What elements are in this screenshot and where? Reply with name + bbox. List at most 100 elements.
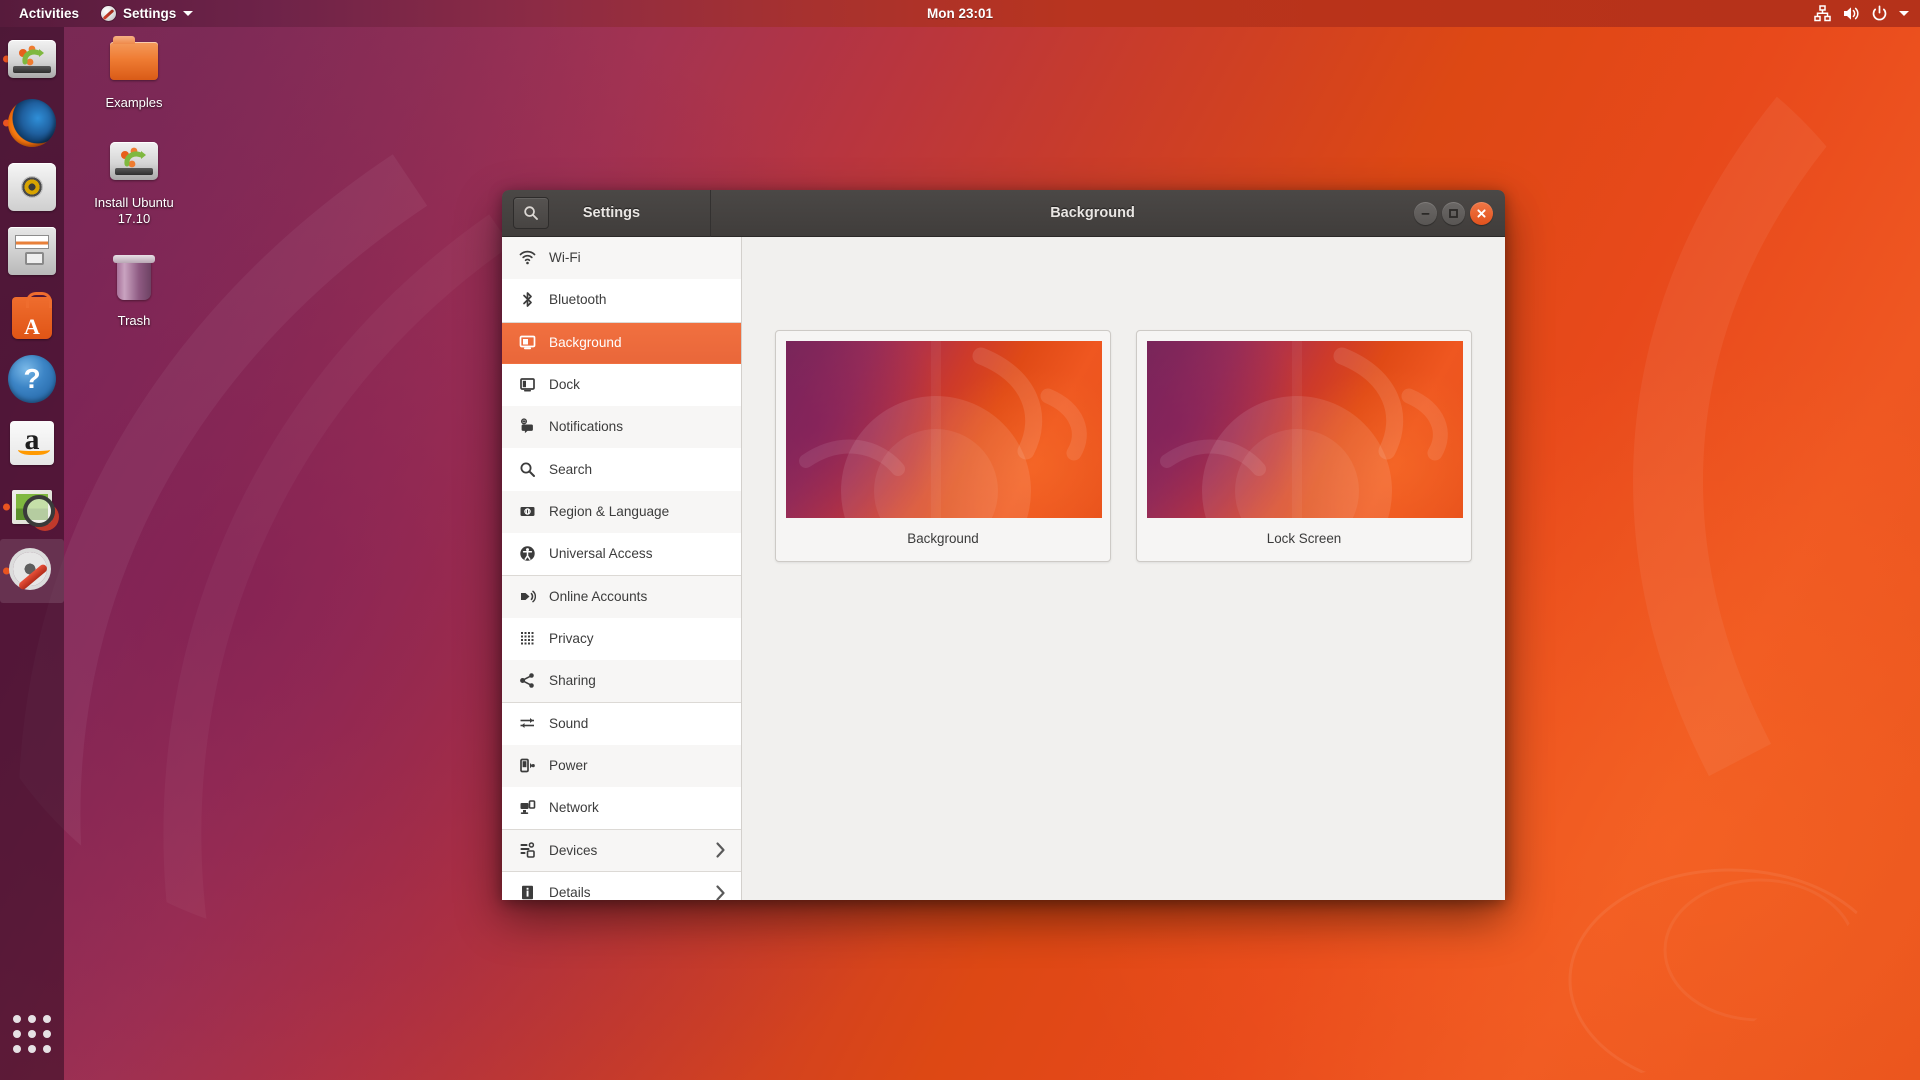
sidebar-item-background[interactable]: Background bbox=[502, 321, 741, 364]
sound-icon bbox=[519, 715, 536, 732]
sidebar-item-details[interactable]: Details bbox=[502, 871, 741, 900]
rhythmbox-icon bbox=[8, 163, 56, 211]
system-menu-caret-icon[interactable] bbox=[1899, 11, 1909, 16]
background-icon bbox=[519, 334, 536, 351]
sidebar-item-sharing[interactable]: Sharing bbox=[502, 659, 741, 703]
dock-item-image-viewer[interactable] bbox=[0, 475, 64, 539]
window-body: Wi-Fi Bluetooth Background Dock Notifica… bbox=[502, 237, 1505, 900]
activities-button[interactable]: Activities bbox=[10, 2, 88, 25]
close-icon bbox=[1477, 208, 1486, 218]
page-title: Background bbox=[1050, 205, 1135, 221]
image-viewer-icon bbox=[12, 490, 55, 527]
wallpaper-thumb-art bbox=[1160, 341, 1448, 518]
ubuntu-swirl-glyph bbox=[121, 147, 146, 168]
network-wired-icon[interactable] bbox=[1814, 5, 1831, 22]
network-icon bbox=[519, 799, 536, 816]
bluetooth-icon bbox=[519, 291, 536, 308]
sidebar-item-label: Wi-Fi bbox=[549, 250, 581, 266]
desktop-icon-install-ubuntu[interactable]: Install Ubuntu 17.10 bbox=[84, 136, 184, 227]
desktop-icon-examples-folder[interactable]: Examples bbox=[84, 36, 184, 111]
install-ubuntu-icon bbox=[8, 40, 56, 78]
sidebar-item-label: Background bbox=[549, 335, 622, 351]
lock-screen-preview-thumbnail[interactable] bbox=[1147, 341, 1463, 518]
settings-icon bbox=[8, 547, 56, 595]
minimize-button[interactable] bbox=[1414, 201, 1437, 225]
sidebar-item-label: Devices bbox=[549, 842, 598, 858]
region-language-icon bbox=[519, 503, 536, 520]
dock-item-amazon[interactable] bbox=[0, 411, 64, 475]
sidebar-item-wifi[interactable]: Wi-Fi bbox=[502, 237, 741, 280]
app-menu-button[interactable]: Settings bbox=[92, 2, 202, 25]
dock-icon bbox=[519, 376, 536, 393]
disk-installer-icon bbox=[110, 142, 158, 190]
dock-item-install-ubuntu[interactable] bbox=[0, 27, 64, 91]
desktop-icon-label: Trash bbox=[117, 313, 151, 328]
sidebar-item-notifications[interactable]: Notifications bbox=[502, 406, 741, 449]
sidebar-item-label: Bluetooth bbox=[549, 292, 607, 308]
maximize-button[interactable] bbox=[1442, 201, 1465, 225]
sidebar-item-network[interactable]: Network bbox=[502, 787, 741, 829]
desktop[interactable]: Examples Install Ubuntu 17.10 Trash A ? … bbox=[0, 0, 1920, 1080]
close-button[interactable] bbox=[1470, 201, 1493, 225]
sidebar-item-label: Details bbox=[549, 885, 591, 900]
power-icon[interactable] bbox=[1871, 5, 1888, 22]
amazon-icon bbox=[10, 421, 54, 465]
sidebar-item-online-accounts[interactable]: Online Accounts bbox=[502, 575, 741, 618]
sidebar-item-universal-access[interactable]: Universal Access bbox=[502, 533, 741, 575]
dock-item-files[interactable] bbox=[0, 219, 64, 283]
wifi-icon bbox=[519, 249, 536, 266]
chevron-down-icon bbox=[183, 11, 194, 16]
sharing-icon bbox=[519, 672, 536, 689]
sidebar-item-label: Privacy bbox=[549, 630, 594, 646]
dock-item-settings[interactable] bbox=[0, 539, 64, 603]
system-status-area[interactable] bbox=[1814, 5, 1920, 22]
clock[interactable]: Mon 23:01 bbox=[0, 6, 1920, 21]
sidebar-item-bluetooth[interactable]: Bluetooth bbox=[502, 279, 741, 321]
details-icon bbox=[519, 884, 536, 900]
sidebar-item-power[interactable]: Power bbox=[502, 744, 741, 787]
lock-screen-card[interactable]: Lock Screen bbox=[1136, 330, 1472, 562]
sidebar-item-privacy[interactable]: Privacy bbox=[502, 618, 741, 660]
gnome-top-bar[interactable]: Activities Settings Mon 23:01 bbox=[0, 0, 1920, 27]
card-caption: Background bbox=[907, 531, 979, 546]
show-applications-button[interactable] bbox=[0, 1002, 64, 1066]
sidebar-item-region-language[interactable]: Region & Language bbox=[502, 490, 741, 534]
files-icon bbox=[8, 227, 56, 275]
universal-access-icon bbox=[519, 545, 536, 562]
volume-icon[interactable] bbox=[1842, 5, 1860, 22]
ubuntu-software-icon bbox=[12, 292, 52, 340]
dock-item-rhythmbox[interactable] bbox=[0, 155, 64, 219]
sidebar-item-sound[interactable]: Sound bbox=[502, 702, 741, 744]
desktop-icon-label: Install Ubuntu 17.10 bbox=[94, 195, 174, 226]
settings-panel-title: Settings bbox=[582, 205, 641, 221]
sidebar-item-label: Sound bbox=[549, 715, 589, 731]
privacy-icon bbox=[519, 630, 536, 647]
firefox-icon bbox=[8, 99, 56, 147]
background-card[interactable]: Background bbox=[775, 330, 1111, 562]
notifications-icon bbox=[519, 418, 536, 435]
settings-window[interactable]: Settings Background Wi-Fi Bluetooth Back… bbox=[502, 190, 1505, 900]
desktop-icon-trash[interactable]: Trash bbox=[84, 255, 184, 329]
settings-sidebar[interactable]: Wi-Fi Bluetooth Background Dock Notifica… bbox=[502, 237, 742, 900]
window-titlebar[interactable]: Settings Background bbox=[502, 190, 1505, 237]
dock-item-ubuntu-software[interactable] bbox=[0, 283, 64, 347]
activities-label: Activities bbox=[19, 6, 80, 21]
app-menu-label: Settings bbox=[123, 6, 177, 21]
sidebar-item-dock[interactable]: Dock bbox=[502, 364, 741, 406]
background-preview-thumbnail[interactable] bbox=[786, 341, 1102, 518]
sidebar-item-label: Region & Language bbox=[549, 503, 670, 519]
sidebar-item-devices[interactable]: Devices bbox=[502, 829, 741, 872]
devices-icon bbox=[519, 842, 536, 859]
sidebar-item-search[interactable]: Search bbox=[502, 448, 741, 490]
sidebar-item-label: Power bbox=[549, 757, 588, 773]
sidebar-item-label: Notifications bbox=[549, 419, 624, 435]
sidebar-item-label: Universal Access bbox=[549, 546, 653, 562]
launcher-dock[interactable] bbox=[0, 27, 64, 1080]
chevron-right-icon bbox=[714, 841, 727, 859]
desktop-icon-label: Examples bbox=[105, 95, 163, 110]
window-controls[interactable] bbox=[1414, 201, 1505, 225]
dock-item-help[interactable] bbox=[0, 347, 64, 411]
sidebar-item-label: Online Accounts bbox=[549, 589, 648, 605]
trash-icon bbox=[110, 255, 158, 308]
dock-item-firefox[interactable] bbox=[0, 91, 64, 155]
